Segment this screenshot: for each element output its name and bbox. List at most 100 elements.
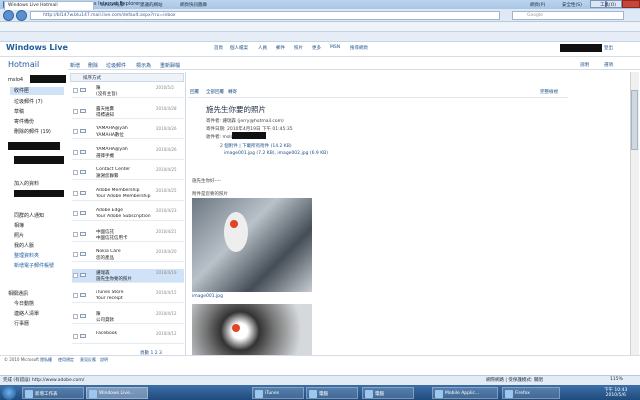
message-checkbox[interactable] xyxy=(73,211,78,216)
back-icon[interactable] xyxy=(3,10,14,21)
status-zone: 網際網路 | 受保護模式: 關閉 xyxy=(486,378,543,383)
message-row[interactable]: Adobe Edge Your Adobe Subscription 2010/4/… xyxy=(72,207,184,221)
nav-photos[interactable]: 照片 xyxy=(14,232,24,239)
photo-link[interactable]: image001.jpg xyxy=(192,294,223,299)
start-button[interactable] xyxy=(2,385,16,400)
attached-photo-1[interactable] xyxy=(192,198,312,292)
top-link-home[interactable]: 首頁 xyxy=(214,45,223,51)
message-row[interactable]: Contact Center 謝謝您聯繫 2010/4/25 xyxy=(72,166,184,180)
taskbar-item[interactable]: Firefox xyxy=(502,387,560,399)
full-view-link[interactable]: 完整檢視 xyxy=(540,89,558,95)
message-row[interactable]: Facebook 2010/4/12 xyxy=(72,330,184,344)
message-checkbox[interactable] xyxy=(73,313,78,319)
scrollbar-thumb[interactable] xyxy=(631,90,638,150)
message-row[interactable]: YAMAHA@yah 選擇手機 2010/4/26 xyxy=(72,146,184,160)
forward-icon[interactable] xyxy=(16,10,27,21)
nav-contacts[interactable]: 連絡人清單 xyxy=(14,310,39,317)
taskbar-item[interactable]: 電腦 xyxy=(362,387,414,399)
message-row[interactable]: 中國信託 中國信託信用卡 2010/4/21 xyxy=(72,228,184,242)
envelope-icon xyxy=(80,252,86,256)
taskbar-item[interactable]: iTunes xyxy=(252,387,304,399)
options-link[interactable]: 選項 xyxy=(604,62,613,68)
top-link-mail[interactable]: 郵件 xyxy=(276,45,285,51)
nav-inbox[interactable]: 收件匣 xyxy=(10,87,64,95)
cmd-safety[interactable]: 安全性(S) xyxy=(562,2,582,8)
nav-today[interactable]: 今日動態 xyxy=(14,300,34,307)
top-link-more[interactable]: 更多 xyxy=(312,45,321,51)
nav-albums[interactable]: 相簿 xyxy=(14,222,24,229)
nav-network[interactable]: 我的人脈 xyxy=(14,242,34,249)
top-link-photos[interactable]: 照片 xyxy=(294,45,303,51)
message-row[interactable]: 陳公司貸款 2010/4/12 xyxy=(72,310,184,324)
attached-photo-2[interactable] xyxy=(192,304,312,358)
cmd-tools[interactable]: 工具(O) xyxy=(600,2,616,8)
message-row[interactable]: 鍾瑞森 施先生你要的照片 2010/4/19 xyxy=(72,268,184,283)
add-email-account-link[interactable]: 新增電子郵件帳號 xyxy=(14,262,54,269)
nav-added[interactable]: 加入的資料 xyxy=(14,180,39,187)
privacy-link[interactable]: 隱私權 xyxy=(40,357,52,363)
message-row[interactable]: Nokia Care 您的產品 2010/4/20 xyxy=(72,248,184,262)
message-checkbox[interactable] xyxy=(73,231,78,237)
forward-button[interactable]: 轉寄 xyxy=(228,89,237,95)
address-input[interactable]: http://bl147w.blu147.mail.live.com/defau… xyxy=(30,11,500,20)
message-row[interactable]: 露天拍賣 得標通知 2010/4/28 xyxy=(72,105,184,119)
signout-link[interactable]: 登出 xyxy=(604,45,613,51)
windows-live-logo[interactable]: Windows Live xyxy=(6,43,68,52)
favorite-link[interactable]: 建議的網站 xyxy=(140,2,163,8)
junk-button[interactable]: 垃圾郵件 xyxy=(106,62,126,69)
nav-calendar[interactable]: 行事曆 xyxy=(14,320,29,327)
terms-link[interactable]: 使用規定 xyxy=(58,357,74,363)
taskbar-item[interactable]: 電腦 xyxy=(306,387,358,399)
cmd-page[interactable]: 網頁(P) xyxy=(530,2,545,8)
help-link[interactable]: 說明 xyxy=(580,62,589,68)
help-footer-link[interactable]: 說明 xyxy=(100,357,108,363)
message-row[interactable]: Adobe Membership Your Adobe Membership 201… xyxy=(72,187,184,201)
close-button[interactable] xyxy=(622,0,640,8)
taskbar-item[interactable]: Windows Live... xyxy=(86,387,148,399)
from-value[interactable]: 鍾瑞森 (jerry@hotmail.com) xyxy=(222,119,283,124)
envelope-icon xyxy=(80,190,86,195)
message-checkbox[interactable] xyxy=(73,149,78,155)
sort-header[interactable]: 排序方式 xyxy=(70,73,184,82)
message-row[interactable]: iTunes Store Your receipt 2010/4/15 xyxy=(72,289,184,303)
message-row[interactable]: YAMAHA@yah YAMAHA數位 2010/4/26 xyxy=(72,125,184,139)
top-link-msn[interactable]: MSN xyxy=(330,45,340,50)
message-checkbox[interactable] xyxy=(73,272,78,278)
message-checkbox[interactable] xyxy=(73,170,78,175)
nav-sent[interactable]: 寄件備份 xyxy=(14,118,34,125)
taskbar-item[interactable]: Mobile Applic... xyxy=(432,387,498,399)
message-checkbox[interactable] xyxy=(73,190,78,196)
message-checkbox[interactable] xyxy=(73,293,78,298)
clock[interactable]: 下午 10:43 2010/5/6 xyxy=(604,387,627,398)
taskbar-item[interactable]: 新增工作表 xyxy=(22,387,84,399)
top-link-profile[interactable]: 個人檔案 xyxy=(230,45,248,51)
mark-as-button[interactable]: 標示為 xyxy=(136,62,151,69)
feedback-link[interactable]: 意見反應 xyxy=(80,357,96,363)
browser-search-input[interactable]: Google xyxy=(512,11,624,20)
nav-drafts[interactable]: 草稿 xyxy=(14,108,24,115)
tab-hotmail[interactable]: Windows Live Hotmail xyxy=(4,1,94,10)
message-checkbox[interactable] xyxy=(73,252,78,257)
nav-junk[interactable]: 垃圾郵件 (7) xyxy=(14,98,43,105)
message-subject-line: (沒有主旨) xyxy=(96,92,118,97)
top-link-websearch[interactable]: 搜尋網頁 xyxy=(350,45,368,51)
message-checkbox[interactable] xyxy=(73,88,78,93)
message-checkbox[interactable] xyxy=(73,108,78,114)
delete-button[interactable]: 刪除 xyxy=(88,62,98,69)
reply-button[interactable]: 回覆 xyxy=(190,89,199,95)
message-date: 2010/4/26 xyxy=(156,146,177,152)
message-checkbox[interactable] xyxy=(73,334,78,339)
top-link-people[interactable]: 人員 xyxy=(258,45,267,51)
reply-all-button[interactable]: 全部回覆 xyxy=(206,89,224,95)
nav-deleted[interactable]: 刪除的郵件 (19) xyxy=(14,128,51,135)
new-button[interactable]: 新增 xyxy=(70,62,80,69)
zoom-level[interactable]: 115% xyxy=(610,377,623,382)
favorite-link[interactable]: Yahoo!奇摩 xyxy=(100,2,124,8)
favorite-link[interactable]: 網頁快訊圖庫 xyxy=(180,2,207,8)
nav-group[interactable]: 同群的人通知 xyxy=(14,212,44,219)
manage-folders-link[interactable]: 整理資料夾 xyxy=(14,252,39,259)
message-row[interactable]: 陳 (沒有主旨) 2010/5/2 xyxy=(72,84,184,98)
message-checkbox[interactable] xyxy=(73,129,78,134)
move-to-button[interactable]: 重新歸檔 xyxy=(160,62,180,69)
message-subject-line: 選擇手機 xyxy=(96,153,114,159)
